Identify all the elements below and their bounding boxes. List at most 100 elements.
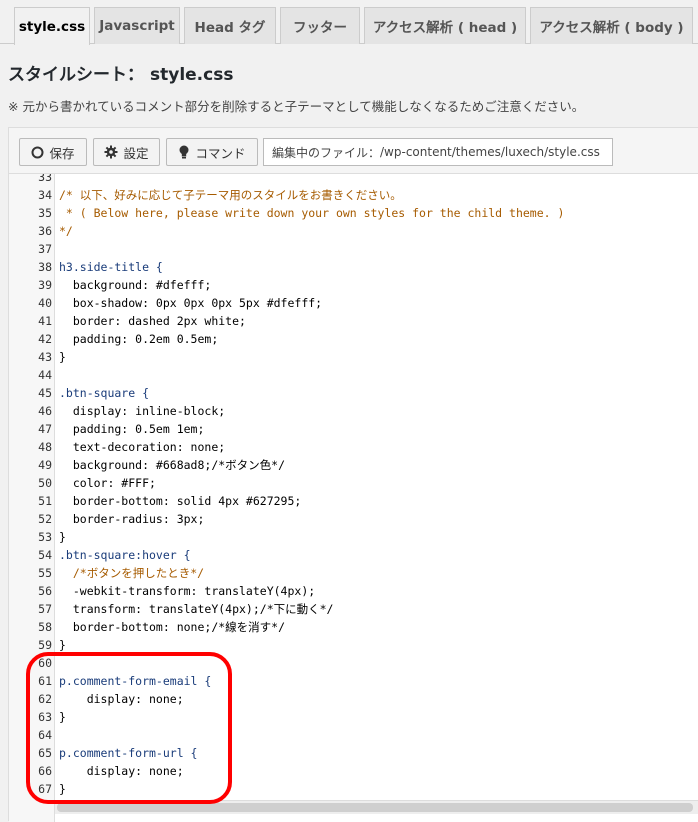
line-number: 35 — [38, 206, 52, 220]
code-line[interactable]: 50 color: #FFF; — [9, 474, 698, 492]
line-number: 37 — [38, 242, 52, 256]
code-line[interactable]: 56 -webkit-transform: translateY(4px); — [9, 582, 698, 600]
code-line[interactable]: 55 /*ボタンを押したとき*/ — [9, 564, 698, 582]
horizontal-scrollbar-thumb[interactable] — [57, 803, 693, 812]
code-line[interactable]: 40 box-shadow: 0px 0px 0px 5px #dfefff; — [9, 294, 698, 312]
notice-text: ※ 元から書かれているコメント部分を削除すると子テーマとして機能しなくなるためご… — [8, 99, 585, 114]
tab-bar: style.css Javascript Head タグ フッター アクセス解析… — [0, 0, 698, 45]
code-text: display: none; — [59, 692, 184, 706]
line-number: 34 — [38, 188, 52, 202]
code-text: background: #dfefff; — [59, 278, 212, 292]
code-line[interactable]: 52 border-radius: 3px; — [9, 510, 698, 528]
line-number: 48 — [38, 440, 52, 454]
line-number: 38 — [38, 260, 52, 274]
code-area[interactable]: 33 34 /* 以下、好みに応じて子テーマ用のスタイルをお書きください。 35 * … — [9, 174, 698, 822]
editor-toolbar: 保存 設定 コマンド 編集中のファイル： /wp-content/themes/… — [9, 128, 698, 174]
code-line[interactable]: 66 display: none; — [9, 762, 698, 780]
settings-button[interactable]: 設定 — [93, 138, 160, 166]
command-button[interactable]: コマンド — [166, 138, 258, 166]
code-line[interactable]: 41 border: dashed 2px white; — [9, 312, 698, 330]
save-label: 保存 — [49, 145, 75, 161]
code-line[interactable]: 37 — [9, 240, 698, 258]
tab-analytics-body[interactable]: アクセス解析 ( body ) — [530, 7, 693, 44]
editing-file-field: 編集中のファイル：/wp-content/themes/luxech/style… — [263, 138, 613, 166]
line-number: 61 — [38, 674, 52, 688]
code-line[interactable]: 44 — [9, 366, 698, 384]
code-line[interactable]: 48 text-decoration: none; — [9, 438, 698, 456]
code-line[interactable]: 53} — [9, 528, 698, 546]
code-line[interactable]: 62 display: none; — [9, 690, 698, 708]
code-text: } — [59, 350, 66, 364]
code-line[interactable]: 35 * ( Below here, please write down you… — [9, 204, 698, 222]
line-number: 60 — [38, 656, 52, 670]
line-number: 33 — [38, 174, 52, 184]
line-number: 39 — [38, 278, 52, 292]
tab-style-css[interactable]: style.css — [14, 7, 90, 45]
settings-label: 設定 — [123, 145, 149, 161]
save-button[interactable]: 保存 — [19, 138, 87, 166]
tab-analytics-head[interactable]: アクセス解析 ( head ) — [364, 7, 526, 44]
code-line[interactable]: 39 background: #dfefff; — [9, 276, 698, 294]
code-text: } — [59, 710, 66, 724]
line-number: 49 — [38, 458, 52, 472]
line-number: 44 — [38, 368, 52, 382]
code-text: padding: 0.5em 1em; — [59, 422, 205, 436]
circle-icon — [31, 146, 44, 159]
line-number: 36 — [38, 224, 52, 238]
code-line[interactable]: 54 .btn-square:hover { — [9, 546, 698, 564]
line-number: 58 — [38, 620, 52, 634]
line-number: 50 — [38, 476, 52, 490]
line-number: 66 — [38, 764, 52, 778]
line-number: 43 — [38, 350, 52, 364]
line-number: 63 — [38, 710, 52, 724]
line-number: 65 — [38, 746, 52, 760]
code-line[interactable]: 63} — [9, 708, 698, 726]
code-line[interactable]: 61 p.comment-form-email { — [9, 672, 698, 690]
tab-javascript[interactable]: Javascript — [94, 7, 180, 44]
code-line[interactable]: 33 — [9, 174, 698, 186]
code-line[interactable]: 59} — [9, 636, 698, 654]
code-line[interactable]: 47 padding: 0.5em 1em; — [9, 420, 698, 438]
code-text: * ( Below here, please write down your o… — [59, 206, 565, 220]
line-number: 59 — [38, 638, 52, 652]
code-line[interactable]: 64 — [9, 726, 698, 744]
line-number: 56 — [38, 584, 52, 598]
line-number: 51 — [38, 494, 52, 508]
line-number: 52 — [38, 512, 52, 526]
line-number: 67 — [38, 782, 52, 796]
code-text: p.comment-form-url { — [59, 746, 198, 760]
code-line[interactable]: 57 transform: translateY(4px);/*下に動く*/ — [9, 600, 698, 618]
code-line[interactable]: 45 .btn-square { — [9, 384, 698, 402]
line-number: 46 — [38, 404, 52, 418]
code-line[interactable]: 60 — [9, 654, 698, 672]
code-text: text-decoration: none; — [59, 440, 226, 454]
tab-head-tag[interactable]: Head タグ — [184, 7, 276, 44]
code-line[interactable]: 67} — [9, 780, 698, 798]
page-title: スタイルシート： style.css — [8, 60, 233, 85]
line-number: 55 — [38, 566, 52, 580]
code-line[interactable]: 42 padding: 0.2em 0.5em; — [9, 330, 698, 348]
code-line[interactable]: 58 border-bottom: none;/*線を消す*/ — [9, 618, 698, 636]
code-line[interactable]: 36 */ — [9, 222, 698, 240]
code-text: border-bottom: solid 4px #627295; — [59, 494, 302, 508]
code-line[interactable]: 51 border-bottom: solid 4px #627295; — [9, 492, 698, 510]
code-text: box-shadow: 0px 0px 0px 5px #dfefff; — [59, 296, 323, 310]
code-line[interactable]: 43} — [9, 348, 698, 366]
tab-footer[interactable]: フッター — [280, 7, 360, 44]
code-line[interactable]: 46 display: inline-block; — [9, 402, 698, 420]
code-line[interactable]: 38 h3.side-title { — [9, 258, 698, 276]
command-label: コマンド — [195, 145, 246, 161]
horizontal-scrollbar[interactable] — [55, 800, 698, 814]
code-text: */ — [59, 224, 73, 238]
line-number: 57 — [38, 602, 52, 616]
code-text: h3.side-title { — [59, 260, 163, 274]
code-text: .btn-square { — [59, 386, 150, 400]
editing-file-path: /wp-content/themes/luxech/style.css — [380, 145, 600, 159]
code-line[interactable]: 65 p.comment-form-url { — [9, 744, 698, 762]
line-number: 45 — [38, 386, 52, 400]
code-line[interactable]: 34 /* 以下、好みに応じて子テーマ用のスタイルをお書きください。 — [9, 186, 698, 204]
gear-icon — [104, 145, 118, 159]
code-line[interactable]: 49 background: #668ad8;/*ボタン色*/ — [9, 456, 698, 474]
code-text: transform: translateY(4px);/*下に動く*/ — [59, 602, 334, 616]
code-editor-panel: 保存 設定 コマンド 編集中のファイル： /wp-content/themes/… — [8, 127, 698, 822]
